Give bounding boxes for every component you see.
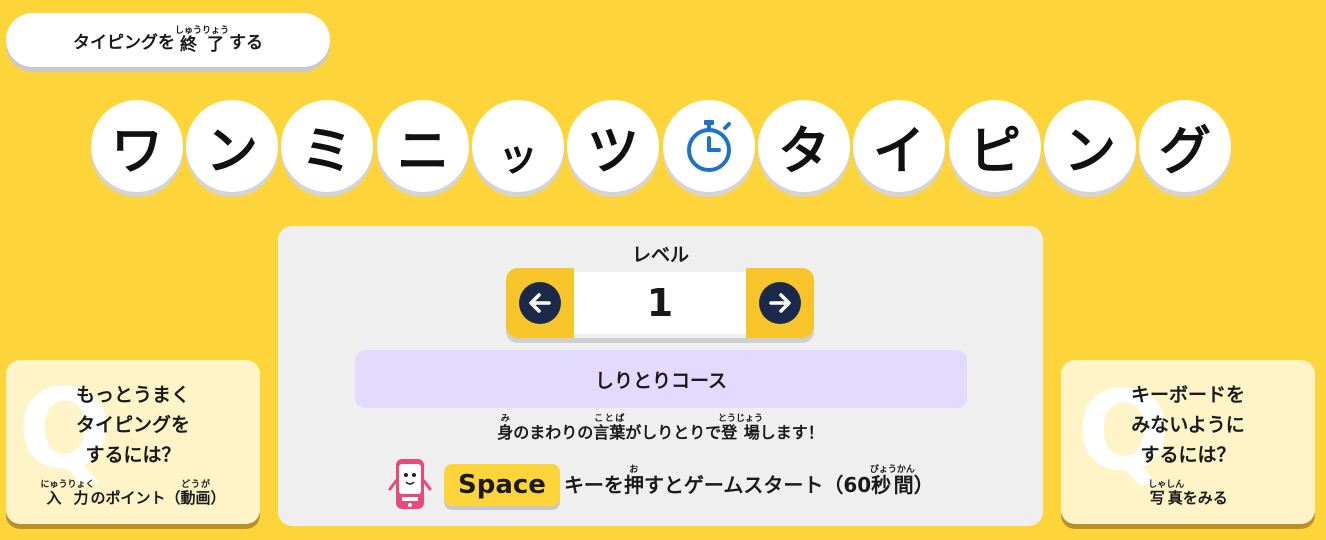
course-description: 身みのまわりの言葉ことばがしりとりで登場とうじょうします！ bbox=[497, 414, 824, 442]
mascot-phone-icon bbox=[388, 459, 432, 509]
start-instruction: Space キーを押おすとゲームスタート（60秒間びょうかん） bbox=[388, 454, 934, 516]
help-title: キーボードを みないように するには？ bbox=[1130, 384, 1245, 466]
exit-typing-button[interactable]: タイピングを 終了しゅうりょう する bbox=[6, 13, 330, 67]
exit-label-ruby: 終了しゅうりょう bbox=[174, 25, 229, 55]
title-char: ッ bbox=[472, 100, 564, 192]
help-title: もっとうまく タイピングを するには？ bbox=[75, 384, 190, 466]
level-selector: 1 bbox=[506, 268, 814, 338]
help-link-video[interactable]: 入力にゅうりょくのポイント（動画どうが） bbox=[6, 480, 260, 511]
title-char: ツ bbox=[567, 100, 659, 192]
space-key-label: Space bbox=[444, 464, 560, 506]
title-char: タ bbox=[758, 100, 850, 192]
level-next-button[interactable] bbox=[746, 268, 814, 338]
stopwatch-icon bbox=[663, 100, 755, 192]
level-label: レベル bbox=[631, 244, 689, 266]
level-prev-button[interactable] bbox=[506, 268, 574, 338]
no-look-keyboard-card[interactable]: Q キーボードを みないように するには？ 写真しゃしんをみる bbox=[1061, 360, 1315, 524]
title-char: イ bbox=[853, 100, 945, 192]
title-char: ニ bbox=[377, 100, 469, 192]
settings-panel: レベル 1 しりとりコース 身みのまわりの言葉ことばがしりとりで登場とうじょうし… bbox=[278, 226, 1043, 526]
help-link-photo[interactable]: 写真しゃしんをみる bbox=[1061, 480, 1315, 511]
typing-tips-card[interactable]: Q もっとうまく タイピングを するには？ 入力にゅうりょくのポイント（動画どう… bbox=[6, 360, 260, 524]
arrow-right-icon bbox=[759, 282, 801, 324]
title-char: ン bbox=[186, 100, 278, 192]
title-char: ン bbox=[1044, 100, 1136, 192]
title-char: ミ bbox=[281, 100, 373, 192]
exit-label-pre: タイピングを bbox=[72, 32, 175, 53]
title-char: ピ bbox=[949, 100, 1041, 192]
start-text: キーを押おすとゲームスタート（60秒間びょうかん） bbox=[563, 465, 934, 497]
exit-label-post: する bbox=[229, 32, 263, 53]
level-value: 1 bbox=[574, 272, 746, 334]
course-name[interactable]: しりとりコース bbox=[355, 350, 967, 408]
game-title: ワ ン ミ ニ ッ ツ タ イ ピ ン グ bbox=[0, 100, 1326, 195]
arrow-left-icon bbox=[519, 282, 561, 324]
title-char: ワ bbox=[91, 100, 183, 192]
title-char: グ bbox=[1139, 100, 1231, 192]
